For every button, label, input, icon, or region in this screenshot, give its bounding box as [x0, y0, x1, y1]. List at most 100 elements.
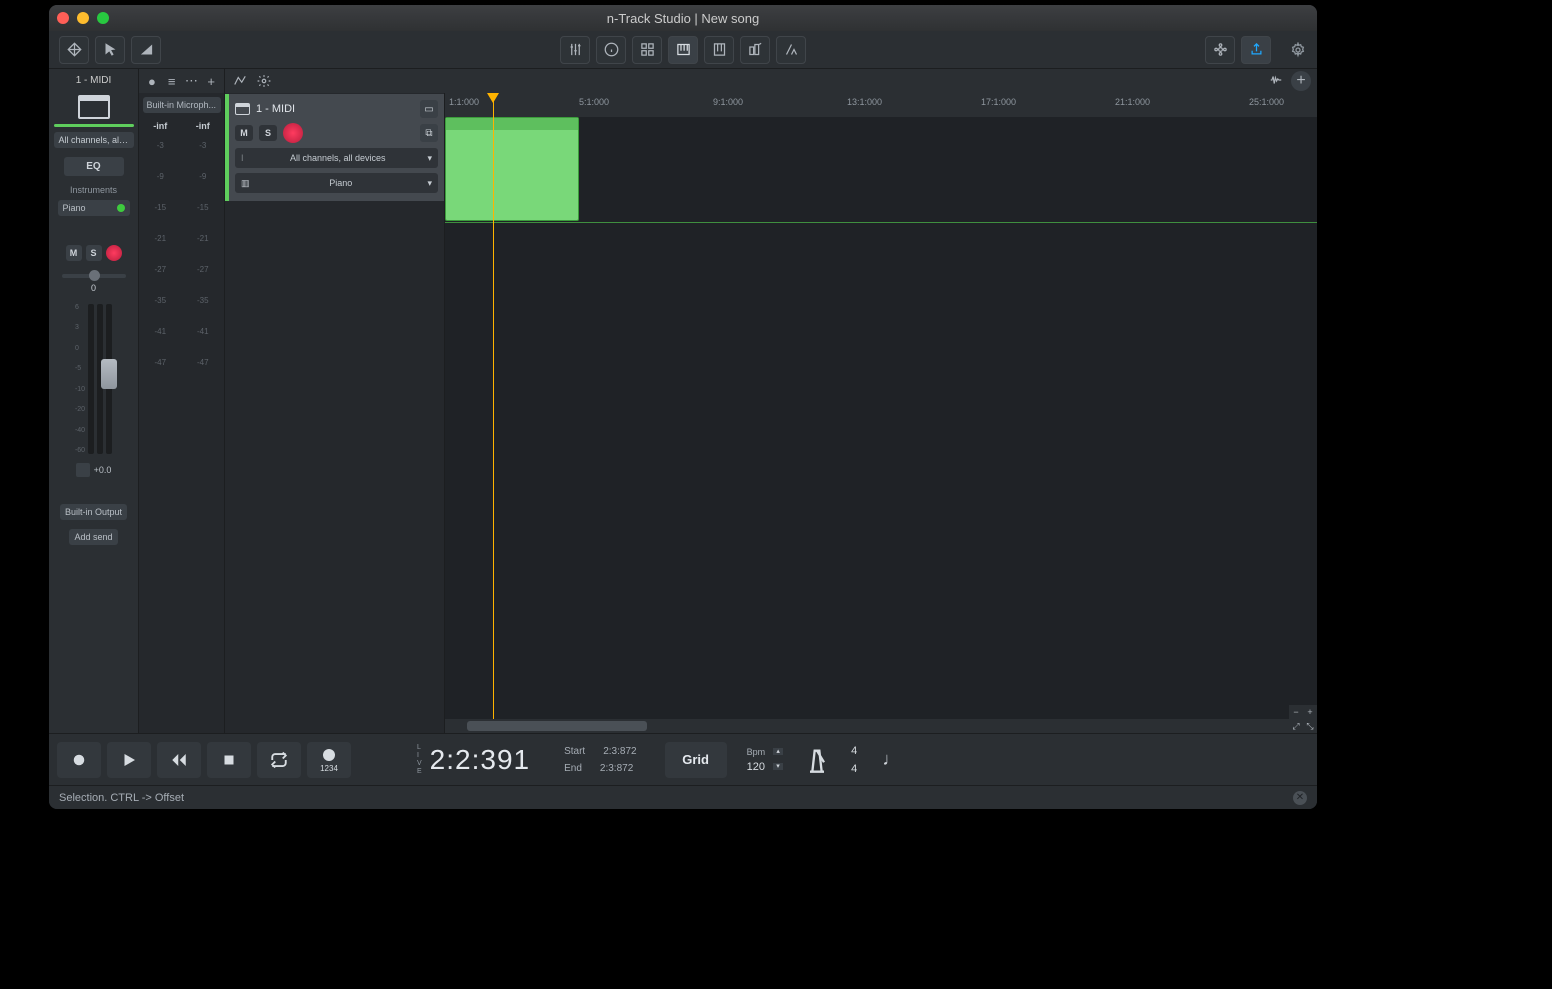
titlebar: n-Track Studio | New song [49, 5, 1317, 31]
pianoroll-button[interactable] [704, 36, 734, 64]
status-text: Selection. CTRL -> Offset [59, 792, 184, 804]
extras-button[interactable] [1205, 36, 1235, 64]
bpm-up-icon[interactable]: ▴ [773, 748, 783, 755]
chevron-down-icon: ▾ [427, 153, 432, 164]
automation-icon[interactable] [231, 72, 249, 90]
send-icon[interactable] [76, 463, 90, 477]
track-type-icon [235, 103, 250, 115]
level-right-value: -inf [196, 121, 210, 131]
window-title: n-Track Studio | New song [49, 11, 1317, 26]
output-selector[interactable]: Built-in Output [60, 504, 127, 520]
share-button[interactable] [1241, 36, 1271, 64]
channel-selector[interactable]: All channels, all... [54, 132, 134, 148]
chevron-down-icon: ▾ [427, 178, 432, 189]
instruments-label: Instruments [70, 185, 117, 195]
fader-handle[interactable] [101, 359, 117, 389]
horizontal-scrollbar[interactable] [445, 719, 1289, 733]
track-settings-icon[interactable] [255, 72, 273, 90]
inspector-panel: 1 - MIDI All channels, all... EQ Instrum… [49, 69, 139, 733]
content-area: 1 - MIDI All channels, all... EQ Instrum… [49, 69, 1317, 733]
fade-tool-button[interactable] [131, 36, 161, 64]
add-send-button[interactable]: Add send [69, 529, 117, 545]
track-color-indicator [54, 124, 134, 127]
scrollbar-thumb[interactable] [467, 721, 647, 731]
input-selector[interactable]: Built-in Microph... [143, 97, 221, 113]
status-bar: Selection. CTRL -> Offset ✕ [49, 785, 1317, 809]
loops-button[interactable] [740, 36, 770, 64]
track-list: 1 - MIDI ▭ M S ⧉ I All channels, all dev… [225, 93, 445, 733]
pan-value: 0 [91, 283, 96, 293]
record-mode-icon[interactable]: ● [145, 74, 159, 88]
piano-icon: ▥ [241, 178, 250, 189]
list-icon[interactable]: ≡ [165, 74, 179, 88]
time-signature[interactable]: 4 4 [851, 745, 857, 775]
zoom-out-h-icon[interactable]: − [1289, 705, 1303, 719]
track-solo-button[interactable]: S [259, 125, 277, 141]
waveform-icon[interactable] [1267, 71, 1285, 89]
send-gain: +0.0 [94, 465, 112, 475]
volume-fader[interactable] [106, 304, 112, 454]
step-button[interactable]: 1234 [307, 742, 351, 778]
track-arm-button[interactable] [283, 123, 303, 143]
level-left-value: -inf [153, 121, 167, 131]
time-display[interactable]: 2:2:391 [430, 744, 530, 776]
mixer-button[interactable] [560, 36, 590, 64]
play-button[interactable] [107, 742, 151, 778]
bpm-down-icon[interactable]: ▾ [773, 763, 783, 770]
arm-record-button[interactable] [106, 245, 122, 261]
add-clip-icon[interactable]: + [1291, 71, 1311, 91]
keyboard-button[interactable] [668, 36, 698, 64]
start-value[interactable]: 2:3:872 [603, 746, 636, 757]
instrument-selector[interactable]: Piano [58, 200, 130, 216]
start-label: Start [564, 746, 585, 757]
track-divider [445, 222, 1317, 223]
time-ruler[interactable]: 1:1:000 5:1:000 9:1:000 13:1:000 17:1:00… [445, 93, 1317, 117]
pan-knob[interactable] [89, 270, 100, 281]
track-item[interactable]: 1 - MIDI ▭ M S ⧉ I All channels, all dev… [225, 94, 444, 201]
grid-button[interactable]: Grid [665, 742, 727, 778]
add-track-icon[interactable]: + [204, 74, 218, 88]
track-lane[interactable] [445, 117, 1317, 223]
live-indicator: LIVE [417, 744, 422, 776]
zoom-controls: − + ⤢ ⤡ [1289, 705, 1317, 733]
track-instrument-selector[interactable]: ▥ Piano ▾ [235, 173, 438, 193]
fx-button[interactable] [776, 36, 806, 64]
pan-slider[interactable] [62, 274, 126, 278]
zoom-out-v-icon[interactable]: ⤢ [1289, 719, 1303, 733]
rewind-button[interactable] [157, 742, 201, 778]
solo-button[interactable]: S [86, 245, 102, 261]
track-mute-button[interactable]: M [235, 125, 253, 141]
track-expand-button[interactable]: ▭ [420, 100, 438, 118]
track-freeze-button[interactable]: ⧉ [420, 124, 438, 142]
instrument-power-icon[interactable] [117, 204, 125, 212]
quantize-button[interactable]: ♩ [877, 746, 905, 774]
record-button[interactable] [57, 742, 101, 778]
eq-button[interactable]: EQ [64, 157, 124, 176]
status-close-icon[interactable]: ✕ [1293, 791, 1307, 805]
loop-button[interactable] [257, 742, 301, 778]
more-icon[interactable]: ⋯ [184, 74, 198, 88]
inspector-track-title: 1 - MIDI [76, 73, 112, 90]
end-value[interactable]: 2:3:872 [600, 763, 633, 774]
info-button[interactable] [596, 36, 626, 64]
midi-clip[interactable] [445, 117, 579, 221]
mixer-strip: ● ≡ ⋯ + Built-in Microph... -inf -inf -3… [139, 69, 225, 733]
track-channel-selector[interactable]: I All channels, all devices ▾ [235, 148, 438, 168]
selection-block: Start2:3:872 End2:3:872 [564, 746, 637, 774]
zoom-in-v-icon[interactable]: ⤡ [1303, 719, 1317, 733]
stop-button[interactable] [207, 742, 251, 778]
mute-button[interactable]: M [66, 245, 82, 261]
app-window: n-Track Studio | New song 1 - MIDI [49, 5, 1317, 809]
settings-gear-icon[interactable] [1289, 41, 1307, 59]
track-header-toolbar: + [225, 69, 1317, 93]
move-tool-button[interactable] [59, 36, 89, 64]
bpm-value[interactable]: 120 [747, 761, 765, 773]
pads-button[interactable] [632, 36, 662, 64]
instrument-name: Piano [63, 203, 86, 213]
zoom-in-h-icon[interactable]: + [1303, 705, 1317, 719]
timeline[interactable]: 1:1:000 5:1:000 9:1:000 13:1:000 17:1:00… [445, 93, 1317, 733]
metronome-button[interactable] [803, 746, 831, 774]
track-pane: + 1 - MIDI ▭ M S ⧉ [225, 69, 1317, 733]
pointer-tool-button[interactable] [95, 36, 125, 64]
playhead-line [493, 93, 494, 733]
